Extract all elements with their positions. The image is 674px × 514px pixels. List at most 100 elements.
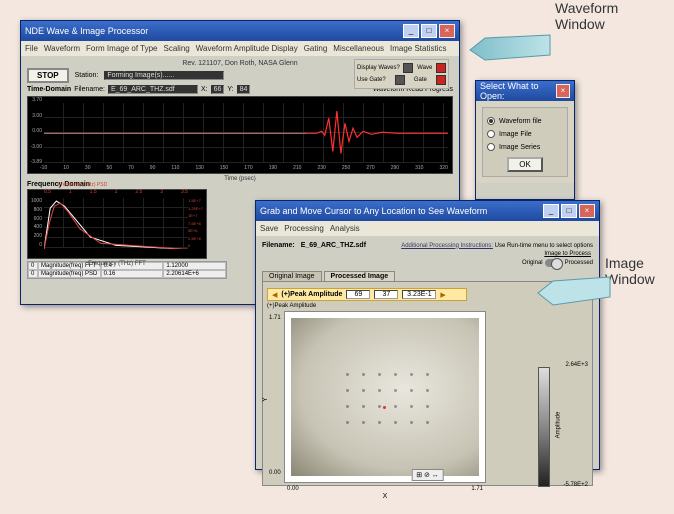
frequency-domain-plot[interactable]: 0.511.522.533.5 Frequency (THz) PSD 1000… [27, 189, 207, 259]
radio-dot-icon [487, 143, 495, 151]
value-3[interactable]: 3.23E-1 [402, 290, 436, 299]
maximize-icon[interactable]: □ [561, 204, 577, 218]
pinhole [426, 421, 429, 424]
station-field: Forming Image(s)...... [104, 71, 224, 80]
filename-value: E_69_ARC_THZ.sdf [301, 242, 366, 249]
pinhole [394, 373, 397, 376]
x-label: X: [201, 86, 208, 93]
filename-field: E_69_ARC_THZ.sdf [108, 85, 198, 94]
arrow-icon [465, 30, 555, 70]
menu-item[interactable]: Waveform Amplitude Display [196, 44, 298, 53]
pinhole [362, 389, 365, 392]
titlebar[interactable]: NDE Wave & Image Processor _ □ × [21, 21, 459, 41]
pinhole [346, 389, 349, 392]
value-2[interactable]: 37 [374, 290, 398, 299]
pinhole [394, 389, 397, 392]
radio-image-file[interactable]: Image File [487, 130, 563, 138]
x-field: 66 [211, 85, 225, 94]
menu-item[interactable]: Waveform [44, 44, 80, 53]
pinhole [362, 405, 365, 408]
cursor-point-icon[interactable] [383, 406, 386, 409]
menu-item[interactable]: Form Image of Type [86, 44, 157, 53]
use-gate-label: Use Gate? [357, 77, 386, 83]
image-window: Grab and Move Cursor to Any Location to … [255, 200, 600, 470]
menubar: Save Processing Analysis [256, 221, 599, 236]
titlebar[interactable]: Grab and Move Cursor to Any Location to … [256, 201, 599, 221]
pinhole [346, 373, 349, 376]
pinhole [410, 421, 413, 424]
gate-checkbox[interactable] [436, 75, 446, 85]
pinhole [394, 421, 397, 424]
colorbar-max: 2.64E+3 [565, 362, 588, 368]
pinhole [362, 373, 365, 376]
close-icon[interactable]: × [556, 84, 570, 98]
ok-button[interactable]: OK [507, 157, 543, 172]
menu-item[interactable]: Processing [284, 224, 324, 233]
pinhole [346, 421, 349, 424]
tab-processed[interactable]: Processed Image [324, 271, 396, 281]
tab-original[interactable]: Original Image [262, 271, 322, 281]
pinhole [378, 373, 381, 376]
tool-name: (+)Peak Amplitude [281, 291, 342, 298]
display-waves-checkbox[interactable] [403, 63, 413, 73]
image-view[interactable] [285, 312, 485, 482]
waveform-trace [44, 103, 448, 164]
use-gate-checkbox[interactable] [395, 75, 405, 85]
close-icon[interactable]: × [579, 204, 595, 218]
radio-image-series[interactable]: Image Series [487, 143, 563, 151]
menu-item[interactable]: Analysis [330, 224, 360, 233]
view-tools[interactable]: ⊞ ⊘ ↔ [411, 469, 444, 481]
select-open-dialog: Select What to Open: × Waveform file Ima… [475, 80, 575, 200]
arrow-left-icon[interactable]: ◀ [272, 291, 277, 299]
pinhole [394, 405, 397, 408]
annotation-waveform: Waveform Window [555, 0, 618, 32]
menubar: File Waveform Form Image of Type Scaling… [21, 41, 459, 56]
wave-checkbox[interactable] [436, 63, 446, 73]
display-waves-label: Display Waves? [357, 65, 400, 71]
pinhole [410, 373, 413, 376]
minimize-icon[interactable]: _ [543, 204, 559, 218]
stop-button[interactable]: STOP [27, 68, 69, 83]
menu-item[interactable]: Save [260, 224, 278, 233]
instructions-link[interactable]: Additional Processing Instructions: [401, 243, 493, 249]
value-1[interactable]: 69 [346, 290, 370, 299]
toolstrip: ◀ (+)Peak Amplitude 69 37 3.23E-1 ▶ [267, 288, 467, 301]
instructions-text: Use Run-time menu to select options [495, 243, 593, 249]
colorbar-label: Amplitude [556, 412, 562, 439]
dialog-titlebar[interactable]: Select What to Open: × [476, 81, 574, 101]
pinhole [378, 389, 381, 392]
menu-item[interactable]: Image Statistics [390, 44, 446, 53]
title-text: NDE Wave & Image Processor [25, 26, 148, 36]
filename-label: Filename: [74, 86, 105, 93]
menu-item[interactable]: Gating [304, 44, 328, 53]
x-axis-label: X [383, 493, 388, 500]
image-process-toggle[interactable]: Image to Process [544, 251, 593, 257]
pinhole [378, 405, 381, 408]
colorbar-min: -5.78E+2 [563, 482, 588, 488]
toggle-switch[interactable] [545, 259, 563, 267]
y-axis-label: Y [262, 397, 269, 402]
pinhole [346, 405, 349, 408]
minimize-icon[interactable]: _ [403, 24, 419, 38]
time-domain-plot[interactable]: 3.70 3.00 0.00 -3.00 -3.89 -101030507090… [27, 96, 453, 174]
station-label: Station: [75, 72, 99, 79]
freq-psd-header: Frequency (THz) PSD [58, 182, 107, 188]
pinhole [410, 405, 413, 408]
time-x-axis-label: Time (psec) [224, 176, 255, 182]
menu-item[interactable]: Scaling [163, 44, 189, 53]
menu-item[interactable]: Miscellaneous [333, 44, 384, 53]
close-icon[interactable]: × [439, 24, 455, 38]
filename-label: Filename: [262, 242, 295, 249]
arrow-right-icon[interactable]: ▶ [440, 291, 445, 299]
maximize-icon[interactable]: □ [421, 24, 437, 38]
y-label: Y: [227, 86, 233, 93]
menu-item[interactable]: File [25, 44, 38, 53]
y-field: 84 [237, 85, 251, 94]
pinhole [426, 389, 429, 392]
pinhole [426, 373, 429, 376]
pinhole [410, 389, 413, 392]
colorbar[interactable] [538, 367, 550, 487]
radio-waveform-file[interactable]: Waveform file [487, 117, 563, 125]
pinhole [378, 421, 381, 424]
title-text: Grab and Move Cursor to Any Location to … [260, 206, 487, 216]
